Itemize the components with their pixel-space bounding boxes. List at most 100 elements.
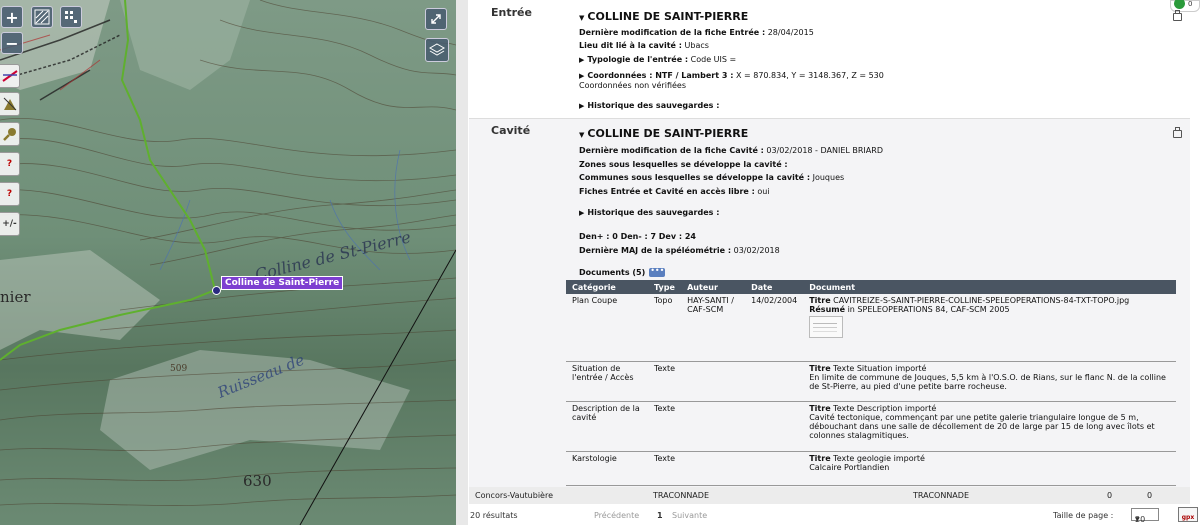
expand-triangle-icon: ▶ xyxy=(579,72,585,80)
table-row[interactable]: Description de la cavité Texte Titre Tex… xyxy=(566,401,1176,452)
hatch-toggle-button[interactable] xyxy=(31,6,53,28)
cavite-zones: Zones sous lesquelles se développe la ca… xyxy=(579,160,788,169)
cavite-title[interactable]: ▼ COLLINE DE SAINT-PIERRE xyxy=(579,127,748,140)
page-size-label: Taille de page : xyxy=(1053,511,1114,520)
cavite-section-label: Cavité xyxy=(491,124,531,137)
expand-triangle-icon: ▶ xyxy=(579,102,585,110)
entree-title[interactable]: ▼ COLLINE DE SAINT-PIERRE xyxy=(579,10,748,23)
documents-table: Catégorie Type Auteur Date Document Plan… xyxy=(566,280,1176,486)
zoom-in-icon: + xyxy=(5,7,19,27)
entree-lieu-dit: Lieu dit lié à la cavité : Ubacs xyxy=(579,41,709,50)
gpx-export-icon[interactable]: gpx xyxy=(1178,507,1198,522)
fullscreen-icon xyxy=(431,14,441,24)
collapse-triangle-icon: ▼ xyxy=(579,131,585,139)
document-link[interactable]: CAVITREIZE-S-SAINT-PIERRE-COLLINE-SPELEO… xyxy=(833,296,1129,305)
plus-minus-tool[interactable]: +/- xyxy=(0,212,20,236)
measure-line-tool[interactable] xyxy=(0,64,20,88)
cell-auteur xyxy=(681,401,746,452)
cavite-communes: Communes sous lesquelles se développe la… xyxy=(579,173,845,182)
cell-categorie: Karstologie xyxy=(566,451,648,486)
expand-triangle-icon: ▶ xyxy=(579,56,585,64)
magnifier-icon xyxy=(2,128,16,141)
help-icon: ? xyxy=(6,189,13,199)
chevron-down-icon: ▼ xyxy=(1135,516,1140,523)
map-label-altitude-509: 509 xyxy=(170,364,188,374)
zoom-in-button[interactable]: + xyxy=(1,6,23,28)
results-row[interactable]: Concors-Vautubière TRACONNADE TRACONNADE… xyxy=(469,487,1190,504)
prev-page-button[interactable]: Précédente xyxy=(594,511,639,520)
expand-triangle-icon: ▶ xyxy=(579,209,585,217)
help-icon: ? xyxy=(6,159,13,169)
current-page: 1 xyxy=(657,511,663,520)
table-row[interactable]: Karstologie Texte Titre Texte geologie i… xyxy=(566,451,1176,486)
cell-type: Texte xyxy=(648,401,682,452)
cavite-last-mod: Dernière modification de la fiche Cavité… xyxy=(579,146,883,155)
col-document[interactable]: Document xyxy=(803,280,1176,294)
next-page-button[interactable]: Suivante xyxy=(672,511,707,520)
cell-type: Texte xyxy=(648,451,682,486)
help-tool-1[interactable]: ? xyxy=(0,152,20,176)
cell-document: Titre CAVITREIZE-S-SAINT-PIERRE-COLLINE-… xyxy=(803,294,1176,362)
result-col4: 0 xyxy=(1107,491,1113,500)
help-tool-2[interactable]: ? xyxy=(0,182,20,206)
col-categorie[interactable]: Catégorie xyxy=(566,280,648,294)
entree-section: Entrée ▼ COLLINE DE SAINT-PIERRE Dernière… xyxy=(469,0,1190,118)
print-icon[interactable] xyxy=(1173,127,1182,138)
cell-auteur xyxy=(681,451,746,486)
col-auteur[interactable]: Auteur xyxy=(681,280,746,294)
results-count: 20 résultats xyxy=(470,511,518,520)
entree-typologie-toggle[interactable]: ▶ Typologie de l'entrée : Code UIS = xyxy=(579,55,736,64)
map-label-nier: nier xyxy=(0,288,31,306)
col-date[interactable]: Date xyxy=(745,280,804,294)
panel-splitter[interactable] xyxy=(456,0,468,525)
page-size-select[interactable]: 20 ▼ xyxy=(1131,508,1159,524)
pagination-bar: 20 résultats Précédente 1 Suivante Taill… xyxy=(469,506,1190,525)
col-type[interactable]: Type xyxy=(648,280,682,294)
ruler-icon xyxy=(1,70,18,82)
hatch-icon xyxy=(34,9,50,25)
entree-coordonnees-toggle[interactable]: ▶ Coordonnées : NTF / Lambert 3 : X = 870… xyxy=(579,71,884,80)
cave-marker-label[interactable]: Colline de Saint-Pierre xyxy=(221,276,344,290)
search-place-tool[interactable] xyxy=(0,122,20,146)
collapse-triangle-icon: ▼ xyxy=(579,14,585,22)
cavite-speleometrie: Den+ : 0 Den- : 7 Dev : 24 xyxy=(579,232,696,241)
entree-last-mod: Dernière modification de la fiche Entrée… xyxy=(579,28,814,37)
zoom-out-button[interactable]: − xyxy=(1,32,23,54)
result-col5: 0 xyxy=(1147,491,1153,500)
cell-categorie: Situation de l'entrée / Accès xyxy=(566,361,648,402)
documents-header: Documents (5) ••• xyxy=(579,266,666,277)
print-icon[interactable] xyxy=(1173,10,1182,21)
fullscreen-button[interactable] xyxy=(425,8,447,30)
document-thumbnail[interactable] xyxy=(809,316,844,338)
result-name[interactable]: Concors-Vautubière xyxy=(475,491,553,500)
documents-table-header: Catégorie Type Auteur Date Document xyxy=(566,280,1176,294)
terrain-map[interactable] xyxy=(0,0,456,525)
grid-icon xyxy=(65,11,77,23)
measure-area-tool[interactable] xyxy=(0,92,20,116)
cell-document: Titre Texte Description importé Cavité t… xyxy=(803,401,1176,452)
cavite-historique-toggle[interactable]: ▶ Historique des sauvegardes : xyxy=(579,208,719,217)
area-icon xyxy=(3,97,16,111)
layers-icon xyxy=(429,43,445,56)
cell-document: Titre Texte geologie importé Calcaire Po… xyxy=(803,451,1176,486)
cell-date xyxy=(745,361,804,402)
result-col3: TRACONNADE xyxy=(913,491,969,500)
entree-historique-toggle[interactable]: ▶ Historique des sauvegardes : xyxy=(579,101,719,110)
cell-categorie: Description de la cavité xyxy=(566,401,648,452)
entree-section-label: Entrée xyxy=(491,6,532,19)
documents-more-button[interactable]: ••• xyxy=(649,267,666,277)
cavite-maj-speleometrie: Dernière MAJ de la spéléométrie : 03/02/… xyxy=(579,246,780,255)
cave-marker-icon[interactable] xyxy=(212,286,221,295)
cell-auteur: HAY-SANTI / CAF-SCM xyxy=(681,294,746,362)
layers-button[interactable] xyxy=(425,38,449,62)
cell-type: Topo xyxy=(648,294,682,362)
table-row[interactable]: Situation de l'entrée / Accès Texte Titr… xyxy=(566,361,1176,402)
plus-minus-icon: +/- xyxy=(2,219,17,229)
grid-button[interactable] xyxy=(60,6,82,28)
cavite-fiches-libre: Fiches Entrée et Cavité en accès libre :… xyxy=(579,187,770,196)
map-view[interactable]: Colline de St-Pierre Ruisseau de 630 509… xyxy=(0,0,456,525)
map-label-altitude-630: 630 xyxy=(243,472,272,490)
table-row[interactable]: Plan Coupe Topo HAY-SANTI / CAF-SCM 14/0… xyxy=(566,294,1176,362)
cell-auteur xyxy=(681,361,746,402)
cell-type: Texte xyxy=(648,361,682,402)
